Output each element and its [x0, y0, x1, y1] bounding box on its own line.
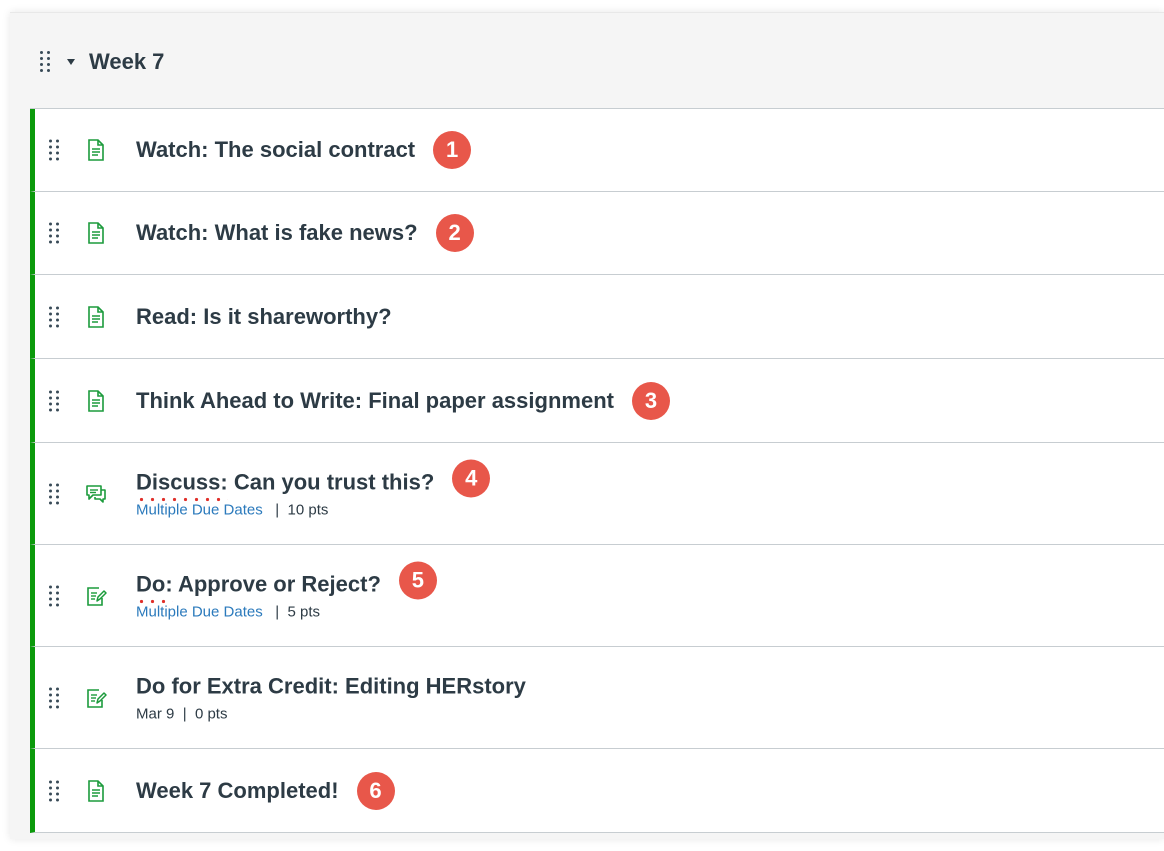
- item-title-link[interactable]: Watch: What is fake news?: [136, 220, 418, 246]
- drag-handle-icon[interactable]: [40, 51, 50, 72]
- drag-handle-icon[interactable]: [49, 390, 59, 411]
- page-icon: [88, 305, 104, 328]
- drag-handle-icon[interactable]: [49, 483, 59, 504]
- module-item[interactable]: Week 7 Completed! 6: [30, 749, 1164, 833]
- item-details: Mar 9 | 0 pts: [136, 705, 228, 722]
- page-icon: [88, 779, 104, 802]
- points: 0 pts: [194, 705, 228, 722]
- module-week-7: Week 7 Watch: The social contract 1 Watc…: [10, 12, 1164, 839]
- module-title: Week 7: [89, 49, 165, 74]
- assignment-icon: [87, 688, 107, 708]
- assignment-icon: [87, 586, 107, 606]
- spellcheck-underlined-word: Discuss:: [136, 469, 228, 501]
- drag-handle-icon[interactable]: [49, 306, 59, 327]
- module-item[interactable]: Watch: The social contract 1: [30, 109, 1164, 192]
- drag-handle-icon[interactable]: [49, 687, 59, 708]
- module-header[interactable]: Week 7: [10, 13, 1164, 109]
- item-title-link[interactable]: Discuss: Can you trust this?: [136, 469, 434, 501]
- page-icon: [88, 389, 104, 412]
- collapse-caret-icon[interactable]: [67, 59, 75, 65]
- item-title-link[interactable]: Do: Approve or Reject?: [136, 571, 381, 603]
- item-details: Multiple Due Dates | 10 pts: [136, 501, 329, 518]
- module-item[interactable]: Read: Is it shareworthy?: [30, 275, 1164, 359]
- item-title-link[interactable]: Week 7 Completed!: [136, 778, 339, 804]
- module-item[interactable]: Think Ahead to Write: Final paper assign…: [30, 359, 1164, 443]
- module-item[interactable]: Discuss: Can you trust this? Multiple Du…: [30, 443, 1164, 545]
- callout-badge: 5: [398, 561, 437, 600]
- callout-badge: 1: [433, 131, 472, 169]
- discussion-icon: [86, 484, 106, 503]
- page-icon: [88, 139, 104, 161]
- due-dates-link[interactable]: Multiple Due Dates: [136, 501, 263, 518]
- callout-badge: 3: [631, 381, 670, 420]
- drag-handle-icon[interactable]: [49, 139, 59, 161]
- due-date: Mar 9: [136, 705, 175, 722]
- drag-handle-icon[interactable]: [49, 222, 59, 244]
- spellcheck-underlined-word: Do:: [136, 571, 173, 603]
- due-dates-link[interactable]: Multiple Due Dates: [136, 603, 263, 620]
- item-title-link[interactable]: Watch: The social contract: [136, 137, 415, 163]
- callout-badge: 2: [435, 214, 474, 252]
- points: 5 pts: [287, 603, 321, 620]
- item-title-link[interactable]: Think Ahead to Write: Final paper assign…: [136, 388, 614, 414]
- module-items-list: Watch: The social contract 1 Watch: What…: [30, 108, 1164, 833]
- item-details: Multiple Due Dates | 5 pts: [136, 603, 321, 620]
- module-item[interactable]: Do for Extra Credit: Editing HERstory Ma…: [30, 647, 1164, 749]
- drag-handle-icon[interactable]: [49, 585, 59, 606]
- item-title-link[interactable]: Do for Extra Credit: Editing HERstory: [136, 673, 526, 699]
- callout-badge: 6: [356, 771, 395, 810]
- module-item[interactable]: Do: Approve or Reject? Multiple Due Date…: [30, 545, 1164, 647]
- item-title-link[interactable]: Read: Is it shareworthy?: [136, 304, 392, 330]
- page-icon: [88, 222, 104, 244]
- drag-handle-icon[interactable]: [49, 780, 59, 801]
- module-item[interactable]: Watch: What is fake news? 2: [30, 192, 1164, 275]
- callout-badge: 4: [452, 459, 491, 498]
- points: 10 pts: [287, 501, 329, 518]
